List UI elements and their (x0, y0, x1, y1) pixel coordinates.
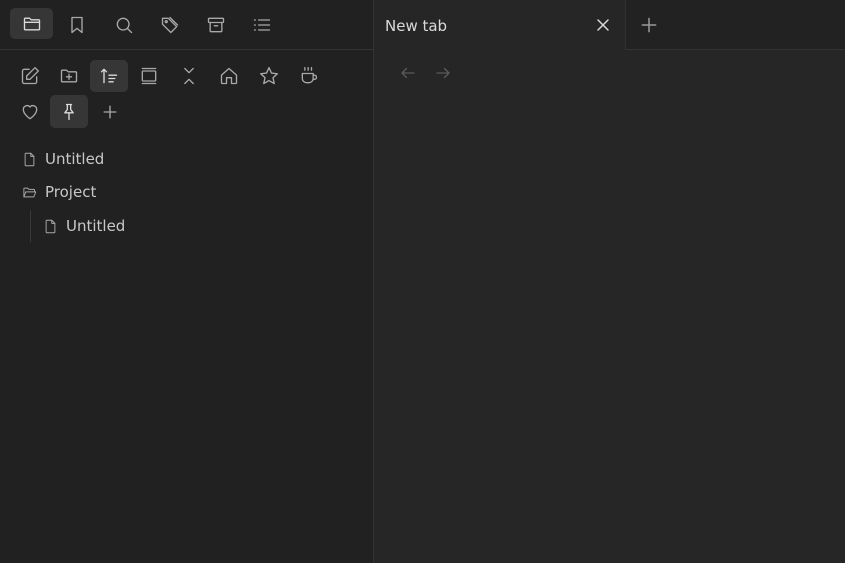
arrow-left-icon (401, 67, 415, 79)
archive-tab[interactable] (202, 12, 230, 38)
search-tab[interactable] (110, 12, 138, 38)
tree-item-label: Untitled (66, 217, 126, 235)
tags-icon (161, 16, 179, 34)
arrow-right-icon (436, 67, 450, 79)
add-button[interactable] (95, 97, 125, 127)
plus-icon (103, 105, 117, 119)
main-pane: New tab (375, 0, 845, 563)
new-tab-button[interactable] (639, 15, 659, 35)
indent-guide (30, 210, 31, 242)
plus-icon (641, 17, 657, 33)
files-tab[interactable] (10, 8, 53, 39)
sort-button[interactable] (90, 60, 128, 92)
new-folder-button[interactable] (54, 61, 84, 91)
pin-button[interactable] (50, 95, 88, 128)
new-note-button[interactable] (15, 61, 45, 91)
tab-bar: New tab (375, 0, 845, 50)
new-folder-icon (60, 69, 78, 83)
home-icon (220, 67, 238, 85)
close-icon (597, 19, 609, 31)
coffee-icon (301, 67, 318, 84)
search-icon (116, 17, 133, 34)
sort-icon (100, 68, 118, 84)
sidebar-tab-strip (0, 0, 373, 50)
star-button[interactable] (254, 61, 284, 91)
star-icon (260, 67, 278, 85)
tree-folder-project[interactable]: Project (22, 183, 96, 201)
coffee-button[interactable] (294, 61, 324, 91)
close-tab-button[interactable] (593, 15, 613, 35)
archive-icon (207, 17, 225, 33)
bookmark-icon (71, 16, 83, 34)
home-button[interactable] (214, 61, 244, 91)
tab-title: New tab (385, 17, 448, 35)
file-icon (24, 152, 35, 166)
forward-button[interactable] (434, 64, 452, 82)
tab-new-tab[interactable]: New tab (375, 0, 626, 50)
tags-tab[interactable] (156, 12, 184, 38)
folder-icon (23, 17, 40, 31)
collapse-all-icon (184, 67, 194, 85)
auto-reveal-button[interactable] (134, 61, 164, 91)
auto-reveal-icon (141, 67, 157, 85)
file-explorer-sidebar: Untitled Project Untitled (0, 0, 374, 563)
file-icon (45, 219, 56, 233)
pin-icon (64, 103, 74, 120)
bookmarks-tab[interactable] (63, 12, 91, 38)
list-icon (253, 19, 271, 31)
tree-item-label: Project (45, 183, 97, 201)
tree-file-untitled[interactable]: Untitled (22, 150, 104, 168)
folder-open-icon (23, 187, 37, 197)
outline-tab[interactable] (248, 12, 276, 38)
new-note-icon (21, 67, 39, 85)
back-button[interactable] (399, 64, 417, 82)
tree-item-label: Untitled (45, 150, 105, 168)
heart-icon (22, 104, 38, 120)
tree-file-project-untitled[interactable]: Untitled (43, 217, 125, 235)
heart-button[interactable] (15, 97, 45, 127)
collapse-all-button[interactable] (174, 61, 204, 91)
